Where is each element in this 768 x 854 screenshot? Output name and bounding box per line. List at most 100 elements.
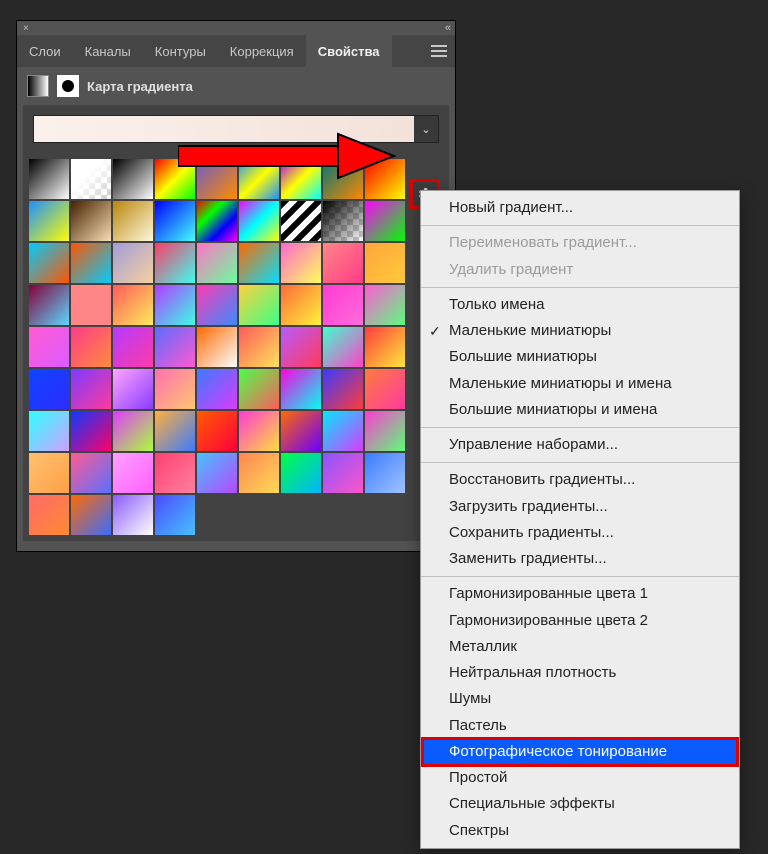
close-icon[interactable]: × [23, 23, 29, 34]
gradient-swatch[interactable] [239, 201, 279, 241]
gradient-swatch[interactable] [71, 495, 111, 535]
gradient-swatch[interactable] [281, 453, 321, 493]
gradient-swatch[interactable] [113, 159, 153, 199]
gradient-swatch[interactable] [155, 495, 195, 535]
gradient-swatch[interactable] [155, 453, 195, 493]
tab-контуры[interactable]: Контуры [143, 35, 218, 67]
gradient-swatch[interactable] [29, 369, 69, 409]
gradient-swatch[interactable] [113, 201, 153, 241]
gradient-swatch[interactable] [365, 411, 405, 451]
menu-item[interactable]: Гармонизированные цвета 1 [421, 581, 739, 607]
gradient-swatch[interactable] [71, 453, 111, 493]
gradient-swatch[interactable] [239, 369, 279, 409]
gradient-swatch[interactable] [323, 243, 363, 283]
gradient-swatch[interactable] [323, 159, 363, 199]
gradient-swatch[interactable] [155, 243, 195, 283]
gradient-swatch[interactable] [155, 201, 195, 241]
gradient-swatch[interactable] [71, 369, 111, 409]
gradient-swatch[interactable] [113, 411, 153, 451]
gradient-swatch[interactable] [197, 453, 237, 493]
tab-слои[interactable]: Слои [17, 35, 73, 67]
gradient-swatch[interactable] [239, 159, 279, 199]
menu-item[interactable]: Фотографическое тонирование [423, 739, 737, 765]
menu-item[interactable]: Заменить градиенты... [421, 546, 739, 572]
gradient-swatch[interactable] [239, 453, 279, 493]
menu-item[interactable]: ✓Маленькие миниатюры [421, 318, 739, 344]
gradient-dropdown[interactable]: ⌄ [33, 115, 439, 143]
menu-item[interactable]: Только имена [421, 292, 739, 318]
gradient-swatch[interactable] [197, 201, 237, 241]
menu-item[interactable]: Маленькие миниатюры и имена [421, 371, 739, 397]
gradient-swatch[interactable] [155, 327, 195, 367]
menu-item[interactable]: Специальные эффекты [421, 791, 739, 817]
gradient-swatch[interactable] [71, 201, 111, 241]
gradient-swatch[interactable] [71, 327, 111, 367]
menu-item[interactable]: Металлик [421, 634, 739, 660]
gradient-swatch[interactable] [281, 243, 321, 283]
menu-item[interactable]: Шумы [421, 686, 739, 712]
gradient-swatch[interactable] [365, 159, 405, 199]
gradient-swatch[interactable] [323, 327, 363, 367]
gradient-swatch[interactable] [323, 285, 363, 325]
menu-item[interactable]: Загрузить градиенты... [421, 494, 739, 520]
tab-свойства[interactable]: Свойства [306, 35, 392, 67]
chevron-down-icon[interactable]: ⌄ [414, 116, 438, 142]
gradient-swatch[interactable] [29, 159, 69, 199]
menu-item[interactable]: Управление наборами... [421, 432, 739, 458]
menu-item[interactable]: Гармонизированные цвета 2 [421, 608, 739, 634]
gradient-swatch[interactable] [155, 411, 195, 451]
menu-item[interactable]: Большие миниатюры и имена [421, 397, 739, 423]
gradient-swatch[interactable] [113, 495, 153, 535]
gradient-swatch[interactable] [197, 327, 237, 367]
gradient-swatch[interactable] [323, 453, 363, 493]
gradient-swatch[interactable] [281, 327, 321, 367]
tab-коррекция[interactable]: Коррекция [218, 35, 306, 67]
gradient-swatch[interactable] [113, 285, 153, 325]
menu-item[interactable]: Сохранить градиенты... [421, 520, 739, 546]
gradient-swatch[interactable] [155, 159, 195, 199]
gradient-swatch[interactable] [281, 159, 321, 199]
gradient-swatch[interactable] [239, 243, 279, 283]
gradient-swatch[interactable] [365, 327, 405, 367]
gradient-swatch[interactable] [29, 453, 69, 493]
gradient-swatch[interactable] [71, 243, 111, 283]
menu-item[interactable]: Нейтральная плотность [421, 660, 739, 686]
gradient-swatch[interactable] [71, 285, 111, 325]
gradient-swatch[interactable] [281, 285, 321, 325]
gradient-swatch[interactable] [323, 411, 363, 451]
gradient-swatch[interactable] [29, 285, 69, 325]
gradient-swatch[interactable] [281, 369, 321, 409]
gradient-swatch[interactable] [29, 495, 69, 535]
menu-item[interactable]: Большие миниатюры [421, 344, 739, 370]
gradient-swatch[interactable] [239, 285, 279, 325]
gradient-swatch[interactable] [239, 411, 279, 451]
gradient-swatch[interactable] [113, 369, 153, 409]
gradient-swatch[interactable] [29, 243, 69, 283]
gradient-swatch[interactable] [365, 285, 405, 325]
gradient-swatch[interactable] [113, 243, 153, 283]
gradient-swatch[interactable] [323, 201, 363, 241]
tab-каналы[interactable]: Каналы [73, 35, 143, 67]
gradient-swatch[interactable] [113, 453, 153, 493]
gradient-swatch[interactable] [29, 327, 69, 367]
gradient-swatch[interactable] [197, 243, 237, 283]
collapse-icon[interactable]: « [445, 22, 449, 34]
gradient-swatch[interactable] [155, 369, 195, 409]
menu-item[interactable]: Пастель [421, 713, 739, 739]
gradient-swatch[interactable] [323, 369, 363, 409]
gradient-swatch[interactable] [113, 327, 153, 367]
gradient-swatch[interactable] [29, 201, 69, 241]
gradient-swatch[interactable] [281, 201, 321, 241]
panel-menu-icon[interactable] [423, 35, 455, 67]
menu-item[interactable]: Спектры [421, 818, 739, 844]
gradient-swatch[interactable] [71, 411, 111, 451]
gradient-swatch[interactable] [239, 327, 279, 367]
gradient-swatch[interactable] [365, 201, 405, 241]
menu-item[interactable]: Новый градиент... [421, 195, 739, 221]
gradient-swatch[interactable] [71, 159, 111, 199]
gradient-swatch[interactable] [29, 411, 69, 451]
menu-item[interactable]: Восстановить градиенты... [421, 467, 739, 493]
gradient-swatch[interactable] [365, 369, 405, 409]
gradient-swatch[interactable] [281, 411, 321, 451]
menu-item[interactable]: Простой [421, 765, 739, 791]
